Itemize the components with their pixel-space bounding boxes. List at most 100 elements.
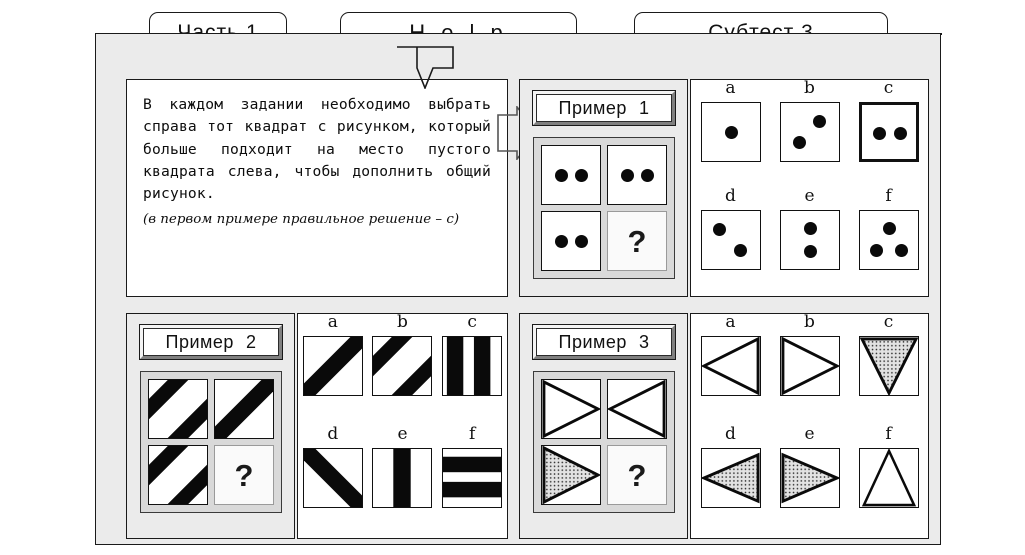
callout-arrow-down-icon (397, 46, 454, 89)
option-figure-two-horizontal[interactable] (858, 102, 919, 162)
triangle-right-outline-icon (780, 337, 839, 395)
option-f[interactable]: f (858, 186, 919, 296)
instructions-body: В каждом задании необходимо выбрать спра… (143, 96, 491, 203)
matrix-cell (607, 145, 667, 205)
matrix-cell (541, 211, 601, 271)
option-figure-one-diagonal-up[interactable] (302, 336, 363, 396)
dot (733, 244, 747, 257)
triangle-left-filled-icon (701, 452, 760, 504)
option-figure-two-diagonal-up[interactable] (372, 336, 433, 396)
option-figure-right-outline[interactable] (779, 336, 840, 396)
dot (621, 169, 634, 182)
matrix-cell (607, 379, 667, 439)
option-figure-right-filled[interactable] (779, 448, 840, 508)
example-3-options: a b c d e f (690, 313, 929, 539)
option-letter: a (725, 312, 736, 332)
option-b[interactable]: b (372, 314, 433, 426)
triangle-right-filled-icon (780, 452, 839, 504)
option-letter: c (883, 78, 894, 98)
option-figure-two-vertical[interactable] (442, 336, 503, 396)
dot (724, 126, 738, 139)
option-letter: c (467, 312, 477, 332)
question-mark-label: ? (234, 457, 254, 493)
option-d[interactable]: d (700, 186, 761, 296)
dot (894, 244, 908, 257)
stripe-one-diagonal-down-icon (303, 449, 362, 507)
example-2-options: a b c d e f (297, 313, 508, 539)
dot (575, 235, 588, 248)
option-figure-left-outline[interactable] (700, 336, 761, 396)
matrix-cell-question[interactable]: ? (607, 211, 667, 271)
option-d[interactable]: d (302, 424, 363, 538)
example-2-title-plate: Пример 2 (139, 324, 283, 360)
question-mark-label: ? (627, 457, 647, 493)
dot (555, 235, 568, 248)
option-d[interactable]: d (700, 426, 761, 538)
option-letter: a (327, 312, 338, 332)
option-letter: f (469, 424, 476, 444)
option-e[interactable]: e (779, 424, 840, 538)
example-1-title-plate: Пример 1 (532, 90, 676, 126)
option-figure-left-filled[interactable] (700, 448, 761, 508)
option-f[interactable]: f (442, 424, 503, 538)
option-b[interactable]: b (779, 312, 840, 426)
instructions-note: (в первом примере правильное решение – с… (143, 211, 460, 227)
option-letter: e (804, 186, 815, 206)
dot (641, 169, 654, 182)
option-c[interactable]: c (858, 314, 919, 426)
option-figure-two-diagonal-up[interactable] (779, 102, 840, 162)
option-letter: d (725, 186, 736, 206)
matrix-cell-question[interactable]: ? (607, 445, 667, 505)
dot (812, 115, 826, 128)
option-figure-two-vertical[interactable] (779, 210, 840, 270)
example-2-panel: Пример 2 ? (126, 313, 295, 539)
option-letter: b (804, 312, 815, 332)
example-3-panel: Пример 3 ? (519, 313, 688, 539)
matrix-cell (148, 379, 208, 439)
option-letter: e (397, 424, 408, 444)
option-figure-two-horizontal[interactable] (442, 448, 503, 508)
option-b[interactable]: b (779, 80, 840, 188)
option-a[interactable]: a (700, 80, 761, 188)
stripe-one-vertical-icon (393, 449, 412, 507)
dot (555, 169, 568, 182)
triangle-up-outline-icon (861, 449, 916, 507)
stripes-two-vertical-icon (447, 337, 491, 395)
option-figure-one-diagonal-down[interactable] (302, 448, 363, 508)
option-e[interactable]: e (372, 424, 433, 538)
example-2-matrix: ? (140, 371, 282, 513)
option-letter: f (885, 186, 892, 206)
stripes-one-diagonal-up-icon (215, 380, 273, 438)
example-3-title-plate: Пример 3 (532, 324, 676, 360)
option-f[interactable]: f (858, 426, 919, 538)
example-2-title-word: Пример (165, 331, 234, 352)
option-figure-up-outline[interactable] (858, 448, 919, 508)
example-1-title-number: 1 (638, 97, 650, 118)
option-letter: e (804, 424, 815, 444)
triangle-left-outline-icon (608, 380, 666, 438)
example-1-matrix: ? (533, 137, 675, 279)
option-figure-one-vertical[interactable] (372, 448, 433, 508)
matrix-cell-question[interactable]: ? (214, 445, 274, 505)
dot (803, 245, 817, 258)
dot (893, 127, 907, 140)
matrix-cell (148, 445, 208, 505)
option-c[interactable]: c (442, 312, 503, 426)
triangle-down-filled-icon (859, 337, 918, 395)
option-c[interactable]: c (858, 78, 919, 188)
option-figure-down-filled[interactable] (858, 336, 919, 396)
option-figure-three-triangle[interactable] (858, 210, 919, 270)
option-a[interactable]: a (700, 312, 761, 426)
example-3-matrix: ? (533, 371, 675, 513)
option-a[interactable]: a (302, 312, 363, 426)
dot (575, 169, 588, 182)
example-1-title-word: Пример (558, 97, 627, 118)
option-e[interactable]: e (779, 186, 840, 296)
triangle-right-outline-icon (542, 380, 600, 438)
option-figure-two-diagonal-down[interactable] (700, 210, 761, 270)
dot (792, 136, 806, 149)
dot (882, 222, 896, 235)
matrix-cell (214, 379, 274, 439)
option-letter: d (327, 424, 339, 444)
option-figure-one-center[interactable] (700, 102, 761, 162)
